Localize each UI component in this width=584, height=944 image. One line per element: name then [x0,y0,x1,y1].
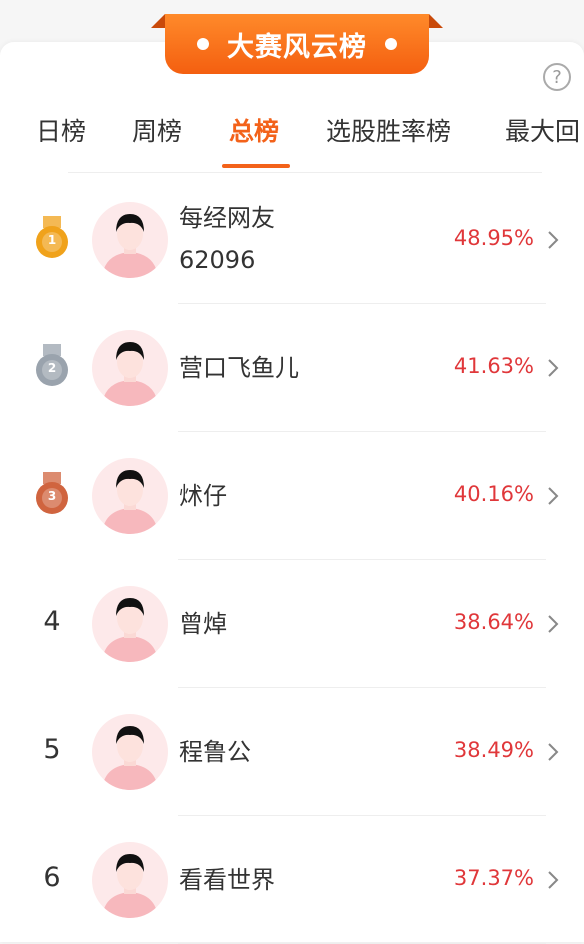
medal-bronze-icon: 3 [34,472,70,516]
tab-daily[interactable]: 日榜 [36,112,86,148]
medal-silver-icon: 2 [34,344,70,388]
leaderboard-banner: 大赛风云榜 [165,14,429,74]
medal-rank-label: 2 [47,361,57,375]
medal-rank-label: 3 [47,489,57,503]
win-rate: 38.49% [453,738,534,762]
ranking-row[interactable]: 1 62096 每经网友 48.95% [0,176,584,304]
avatar[interactable] [92,330,168,406]
user-name-suffix: 62096 [179,246,256,274]
chevron-right-icon[interactable] [544,613,562,635]
user-name: 看看世界 [179,866,275,894]
ranking-tabs: 日榜 周榜 总榜 选股胜率榜 最大回 [0,112,584,162]
banner-dot-right [385,38,397,50]
chevron-right-icon[interactable] [544,229,562,251]
banner-fold-right [429,14,443,28]
tab-overall[interactable]: 总榜 [229,112,279,148]
user-name: 营口飞鱼儿 [179,354,299,382]
ranking-row[interactable]: 2 营口飞鱼儿 41.63% [0,304,584,432]
chevron-right-icon[interactable] [544,485,562,507]
win-rate: 38.64% [453,610,534,634]
user-name: 炢仔 [179,482,227,510]
user-name: 曾焯 [179,610,227,638]
active-tab-indicator [222,164,290,168]
rank-number: 6 [43,862,61,893]
banner-dot-left [197,38,209,50]
rank-number: 5 [43,734,61,765]
avatar[interactable] [92,586,168,662]
tabs-divider [68,172,542,173]
help-icon[interactable]: ? [543,63,571,91]
avatar[interactable] [92,842,168,918]
ranking-row[interactable]: 6 看看世界 37.37% [0,816,584,944]
medal-gold-icon: 1 [34,216,70,260]
avatar[interactable] [92,714,168,790]
ranking-row[interactable]: 5 程鲁公 38.49% [0,688,584,816]
tab-weekly[interactable]: 周榜 [132,112,182,148]
win-rate: 37.37% [453,866,534,890]
banner-fold-left [151,14,165,28]
ranking-row[interactable]: 4 曾焯 38.64% [0,560,584,688]
win-rate: 41.63% [453,354,534,378]
chevron-right-icon[interactable] [544,869,562,891]
avatar[interactable] [92,458,168,534]
avatar[interactable] [92,202,168,278]
chevron-right-icon[interactable] [544,741,562,763]
ranking-row[interactable]: 3 炢仔 40.16% [0,432,584,560]
win-rate: 40.16% [453,482,534,506]
tab-max-drawdown[interactable]: 最大回 [505,112,580,148]
user-name: 每经网友 [179,204,275,232]
medal-rank-label: 1 [47,233,57,247]
user-name: 程鲁公 [179,738,251,766]
chevron-right-icon[interactable] [544,357,562,379]
tab-stock-win-rate[interactable]: 选股胜率榜 [326,112,451,148]
rank-number: 4 [43,606,61,637]
banner-title: 大赛风云榜 [227,31,367,63]
win-rate: 48.95% [453,226,534,250]
